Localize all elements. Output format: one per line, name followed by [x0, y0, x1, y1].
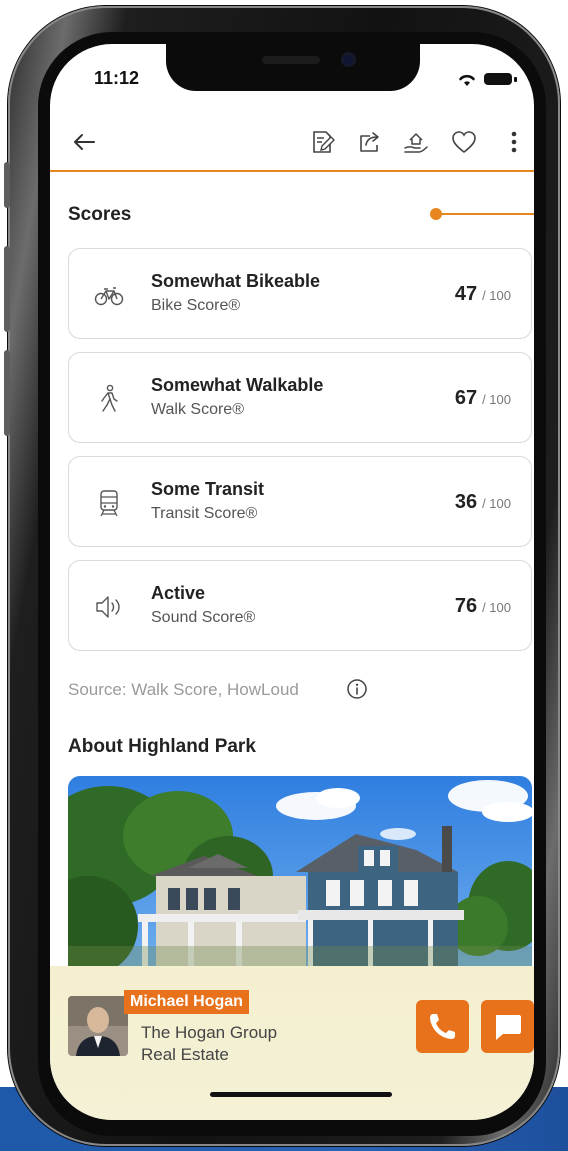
home-indicator[interactable] — [210, 1092, 392, 1097]
scores-heading: Scores — [68, 204, 132, 225]
heart-icon[interactable] — [450, 128, 478, 156]
score-subtitle: Bike Score® — [151, 297, 241, 314]
agent-contact-bar: Michael Hogan The Hogan Group Real Estat… — [50, 966, 534, 1120]
home-hand-icon[interactable] — [402, 128, 430, 156]
scores-source: Source: Walk Score, HowLoud — [68, 680, 299, 699]
phone-frame: 11:12 Scores Somewhat Bikeable Bike Scor… — [4, 6, 560, 1146]
annotation-line — [442, 213, 534, 215]
mute-switch — [4, 162, 10, 208]
score-card-sound[interactable]: Active Sound Score® 76/ 100 — [68, 560, 532, 651]
train-icon — [100, 490, 118, 517]
walk-icon — [101, 384, 118, 412]
agent-portrait — [68, 996, 128, 1056]
score-title: Somewhat Walkable — [151, 375, 324, 395]
score-title: Some Transit — [151, 479, 265, 499]
battery-icon — [484, 73, 517, 85]
bike-icon — [94, 287, 124, 306]
info-icon[interactable] — [346, 678, 368, 700]
score-subtitle: Walk Score® — [151, 401, 244, 418]
annotation-dot — [430, 208, 442, 220]
share-icon[interactable] — [356, 128, 384, 156]
speaker-grille — [262, 56, 320, 64]
score-value: 36/ 100 — [454, 491, 511, 513]
about-heading: About Highland Park — [68, 736, 256, 757]
call-button[interactable] — [416, 1000, 469, 1053]
score-title: Somewhat Bikeable — [151, 271, 321, 291]
more-vert-icon[interactable] — [500, 128, 528, 156]
score-card-walk[interactable]: Somewhat Walkable Walk Score® 67/ 100 — [68, 352, 532, 443]
phone-icon — [430, 1014, 455, 1039]
wifi-icon — [459, 74, 475, 86]
score-title: Active — [151, 583, 206, 603]
agent-company-line2: Real Estate — [141, 1045, 229, 1064]
notch — [166, 44, 420, 91]
score-card-bike[interactable]: Somewhat Bikeable Bike Score® 47/ 100 — [68, 248, 532, 339]
score-value: 76/ 100 — [454, 595, 511, 617]
score-value: 67/ 100 — [454, 387, 511, 409]
front-camera — [341, 52, 356, 67]
score-value: 47/ 100 — [454, 283, 511, 305]
score-subtitle: Sound Score® — [151, 609, 256, 626]
agent-name[interactable]: Michael Hogan — [124, 990, 249, 1014]
toolbar-divider — [50, 170, 534, 172]
volume-down-button — [4, 350, 10, 436]
edit-note-icon[interactable] — [308, 128, 336, 156]
agent-company: The Hogan Group Real Estate — [141, 1022, 277, 1066]
speaker-icon — [96, 596, 120, 618]
screen: 11:12 Scores Somewhat Bikeable Bike Scor… — [50, 44, 534, 1120]
chat-button[interactable] — [481, 1000, 534, 1053]
top-toolbar — [50, 114, 534, 170]
agent-avatar — [68, 996, 128, 1056]
agent-company-line1: The Hogan Group — [141, 1023, 278, 1042]
arrow-left-icon[interactable] — [70, 128, 98, 156]
score-subtitle: Transit Score® — [151, 505, 258, 522]
volume-up-button — [4, 246, 10, 332]
status-icons — [452, 68, 520, 88]
status-time: 11:12 — [94, 68, 140, 88]
chat-bubble-icon — [496, 1015, 521, 1040]
score-card-transit[interactable]: Some Transit Transit Score® 36/ 100 — [68, 456, 532, 547]
